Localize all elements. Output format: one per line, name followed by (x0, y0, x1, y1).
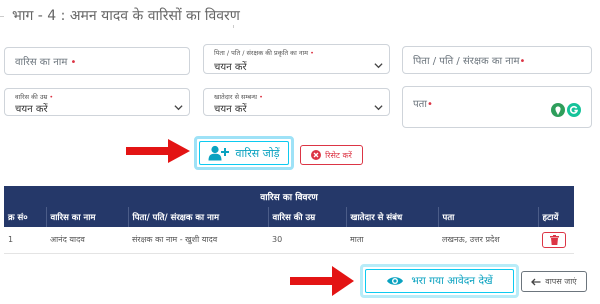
add-user-icon (208, 145, 230, 161)
eye-icon (387, 277, 404, 285)
relation-with-holder-label: खातेदार से सम्बन्ध (214, 93, 258, 101)
grammarly-icon[interactable] (567, 103, 581, 117)
relation-type-select[interactable]: पिता / पति / संरक्षक की प्रकृति का नाम •… (203, 44, 390, 74)
guardian-name-placeholder: पिता / पति / संरक्षक का नाम (413, 56, 520, 67)
reset-button[interactable]: रिसेट करें (300, 145, 363, 165)
cell-serial: 1 (4, 227, 46, 254)
relation-type-label: पिता / पति / संरक्षक की प्रकृति का नाम (214, 49, 309, 57)
back-label: वापस जाएं (545, 277, 577, 286)
add-heir-button[interactable]: वारिस जोड़ें (194, 136, 294, 170)
pointer-arrow-icon (290, 266, 354, 296)
cell-address: लखनऊ, उत्तर प्रदेश (438, 227, 538, 254)
address-placeholder: पता (413, 99, 427, 110)
cell-heir-age: 30 (268, 227, 346, 254)
cell-relation: माता (346, 227, 438, 254)
view-application-button[interactable]: भरा गया आवेदन देखें (360, 264, 519, 298)
location-pin-icon[interactable] (551, 103, 565, 117)
chevron-down-icon (174, 105, 183, 111)
chevron-down-icon (374, 105, 383, 111)
heir-age-value: चयन करें (15, 104, 48, 115)
reset-label: रिसेट करें (325, 150, 352, 160)
add-heir-label: वारिस जोड़ें (235, 146, 280, 160)
col-delete: हटायें (537, 207, 574, 227)
relation-type-value: चयन करें (214, 62, 247, 73)
heirs-table: वारिस का विवरण क्र सं० वारिस का नाम पिता… (4, 186, 574, 254)
col-guardian-name: पिता/ पति/ संरक्षक का नाम (127, 207, 268, 227)
heir-name-input[interactable]: वारिस का नाम • (4, 47, 190, 75)
table-title: वारिस का विवरण (4, 186, 574, 207)
cell-guardian-name: संरक्षक का नाम - खुशी यादव (128, 227, 268, 254)
delete-row-button[interactable] (542, 231, 566, 248)
relation-with-holder-select[interactable]: खातेदार से सम्बन्ध • चयन करें (203, 88, 390, 116)
section-title: भाग - 4 : अमन यादव के वारिसों का विवरण (8, 6, 244, 25)
table-header-row: क्र सं० वारिस का नाम पिता/ पति/ संरक्षक … (4, 207, 574, 227)
relation-with-holder-value: चयन करें (214, 104, 247, 115)
col-heir-name: वारिस का नाम (45, 207, 128, 227)
table-row: 1 आनंद यादव संरक्षक का नाम - खुशी यादव 3… (4, 227, 574, 254)
cell-heir-name: आनंद यादव (46, 227, 128, 254)
heir-name-placeholder: वारिस का नाम (15, 57, 68, 68)
arrow-left-icon (531, 278, 541, 285)
col-serial: क्र सं० (4, 207, 46, 227)
heir-age-label: वारिस की उम्र (15, 93, 48, 101)
close-circle-icon (311, 150, 322, 160)
heir-age-select[interactable]: वारिस की उम्र • चयन करें (4, 88, 190, 116)
trash-icon (549, 234, 559, 245)
col-heir-age: वारिस की उम्र (267, 207, 346, 227)
col-address: पता (437, 207, 538, 227)
pointer-arrow-icon (126, 139, 190, 163)
guardian-name-input[interactable]: पिता / पति / संरक्षक का नाम• (402, 46, 592, 74)
back-button[interactable]: वापस जाएं (521, 271, 587, 292)
address-textarea[interactable]: पता• (402, 86, 592, 128)
col-relation: खातेदार से संबंध (345, 207, 438, 227)
view-application-label: भरा गया आवेदन देखें (411, 275, 493, 287)
chevron-down-icon (374, 63, 383, 69)
